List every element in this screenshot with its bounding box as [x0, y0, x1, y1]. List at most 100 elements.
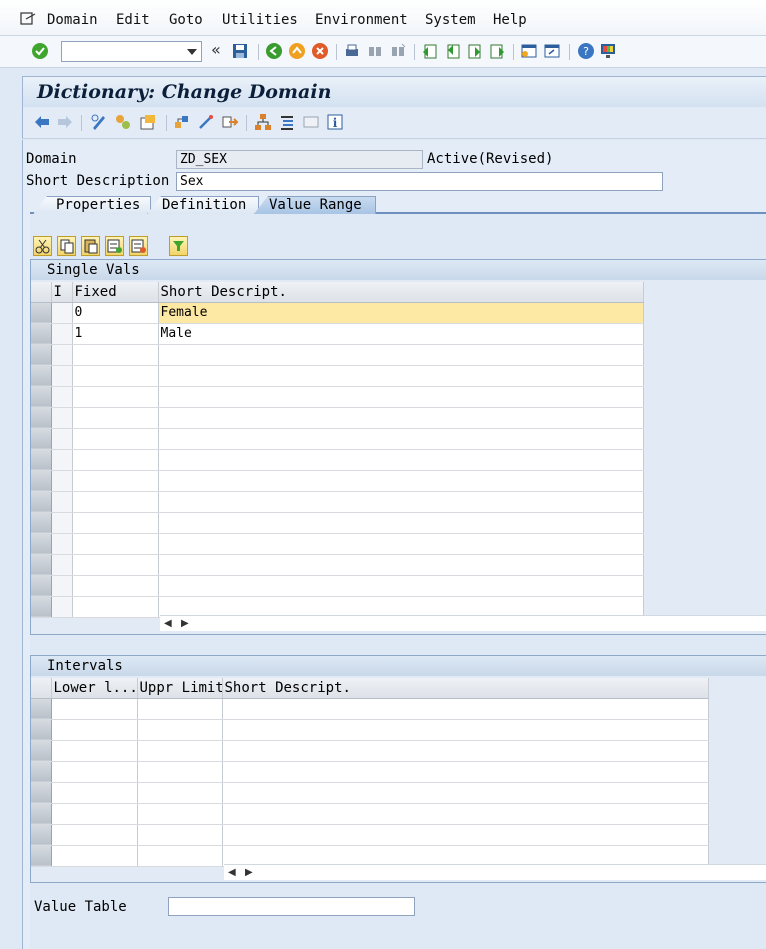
- short-descript-cell[interactable]: [222, 740, 709, 762]
- paste-row-button[interactable]: [81, 236, 100, 256]
- row-selector[interactable]: [31, 761, 52, 783]
- menu-domain[interactable]: Domain: [47, 12, 98, 28]
- fixed-value-cell[interactable]: [72, 491, 159, 513]
- column-header-upper-limit[interactable]: Uppr Limit: [137, 678, 223, 699]
- row-selector[interactable]: [31, 428, 52, 450]
- short-descript-cell[interactable]: [222, 845, 709, 867]
- fixed-value-cell[interactable]: 1: [72, 323, 159, 345]
- cancel-icon[interactable]: [311, 42, 329, 60]
- fixed-value-cell[interactable]: [72, 344, 159, 366]
- short-descript-cell[interactable]: [158, 596, 644, 618]
- fixed-value-cell[interactable]: [72, 470, 159, 492]
- short-descript-cell[interactable]: [158, 344, 644, 366]
- first-page-icon[interactable]: [421, 42, 439, 60]
- short-descript-cell[interactable]: [222, 824, 709, 846]
- upper-limit-cell[interactable]: [137, 761, 223, 783]
- short-descript-cell[interactable]: [158, 407, 644, 429]
- lower-limit-cell[interactable]: [51, 698, 138, 720]
- menu-goto[interactable]: Goto: [169, 12, 203, 28]
- fixed-value-cell[interactable]: [72, 407, 159, 429]
- lower-limit-cell[interactable]: [51, 803, 138, 825]
- short-descript-cell[interactable]: [222, 782, 709, 804]
- row-selector[interactable]: [31, 596, 52, 618]
- menu-window-icon[interactable]: [20, 12, 36, 26]
- layout-icon[interactable]: [302, 113, 320, 131]
- row-selector[interactable]: [31, 782, 52, 804]
- intervals-scrollbar[interactable]: ◀ ▶: [224, 864, 766, 880]
- upper-limit-cell[interactable]: [137, 719, 223, 741]
- next-page-icon[interactable]: [466, 42, 484, 60]
- fixed-value-cell[interactable]: [72, 596, 159, 618]
- column-header-fixed[interactable]: Fixed: [72, 282, 159, 303]
- activate-icon[interactable]: [139, 113, 157, 131]
- row-selector[interactable]: [31, 407, 52, 429]
- row-selector[interactable]: [31, 824, 52, 846]
- menu-help[interactable]: Help: [493, 12, 527, 28]
- menu-edit[interactable]: Edit: [116, 12, 150, 28]
- short-description-field[interactable]: Sex: [176, 172, 663, 191]
- print-icon[interactable]: [343, 42, 361, 60]
- short-descript-cell[interactable]: Male: [158, 323, 644, 345]
- delete-row-button[interactable]: [129, 236, 148, 256]
- short-descript-cell[interactable]: [158, 533, 644, 555]
- column-header-short-descript[interactable]: Short Descript.: [222, 678, 709, 699]
- lower-limit-cell[interactable]: [51, 719, 138, 741]
- hierarchy-icon[interactable]: [254, 113, 272, 131]
- short-descript-cell[interactable]: [158, 428, 644, 450]
- upper-limit-cell[interactable]: [137, 845, 223, 867]
- find-next-icon[interactable]: [389, 42, 407, 60]
- cut-row-button[interactable]: [33, 236, 52, 256]
- select-all-handle[interactable]: [31, 282, 52, 303]
- row-selector[interactable]: [31, 554, 52, 576]
- save-icon[interactable]: [231, 42, 249, 60]
- row-selector[interactable]: [31, 302, 52, 324]
- short-descript-cell[interactable]: [158, 491, 644, 513]
- upper-limit-cell[interactable]: [137, 782, 223, 804]
- row-selector[interactable]: [31, 533, 52, 555]
- fixed-value-cell[interactable]: [72, 533, 159, 555]
- fixed-value-cell[interactable]: 0: [72, 302, 159, 324]
- row-selector[interactable]: [31, 365, 52, 387]
- row-selector[interactable]: [31, 719, 52, 741]
- lower-limit-cell[interactable]: [51, 740, 138, 762]
- row-selector[interactable]: [31, 323, 52, 345]
- tab-definition[interactable]: Definition: [147, 196, 259, 214]
- short-descript-cell[interactable]: [222, 803, 709, 825]
- lower-limit-cell[interactable]: [51, 845, 138, 867]
- upper-limit-cell[interactable]: [137, 740, 223, 762]
- value-table-field[interactable]: [168, 897, 415, 916]
- column-header-lower-limit[interactable]: Lower l...: [51, 678, 138, 699]
- arrow-right-icon[interactable]: [56, 114, 74, 130]
- other-object-icon[interactable]: [114, 113, 132, 131]
- row-selector[interactable]: [31, 386, 52, 408]
- fixed-value-cell[interactable]: [72, 449, 159, 471]
- scroll-right-icon[interactable]: ▶: [245, 867, 253, 878]
- short-descript-cell[interactable]: [158, 575, 644, 597]
- short-descript-cell[interactable]: [222, 719, 709, 741]
- row-selector[interactable]: [31, 449, 52, 471]
- scroll-right-icon[interactable]: ▶: [181, 618, 189, 629]
- customize-layout-icon[interactable]: [599, 42, 617, 60]
- short-descript-cell[interactable]: [158, 449, 644, 471]
- find-icon[interactable]: [366, 42, 384, 60]
- arrow-left-icon[interactable]: [33, 114, 51, 130]
- info-icon[interactable]: i: [326, 113, 344, 131]
- menu-system[interactable]: System: [425, 12, 476, 28]
- short-descript-cell[interactable]: [158, 554, 644, 576]
- select-all-handle[interactable]: [31, 678, 52, 699]
- help-icon[interactable]: ?: [577, 42, 595, 60]
- short-descript-cell[interactable]: [158, 365, 644, 387]
- short-descript-cell[interactable]: [158, 470, 644, 492]
- menu-utilities[interactable]: Utilities: [222, 12, 298, 28]
- single-vals-scrollbar[interactable]: ◀ ▶: [160, 615, 766, 631]
- chevron-down-icon[interactable]: [187, 49, 197, 55]
- tab-properties[interactable]: Properties: [33, 196, 151, 214]
- column-header-short-descript[interactable]: Short Descript.: [158, 282, 644, 303]
- upper-limit-cell[interactable]: [137, 824, 223, 846]
- filter-button[interactable]: [169, 236, 188, 256]
- short-descript-cell[interactable]: [158, 512, 644, 534]
- command-field[interactable]: [61, 41, 202, 62]
- lower-limit-cell[interactable]: [51, 824, 138, 846]
- row-selector[interactable]: [31, 698, 52, 720]
- back-icon[interactable]: [265, 42, 283, 60]
